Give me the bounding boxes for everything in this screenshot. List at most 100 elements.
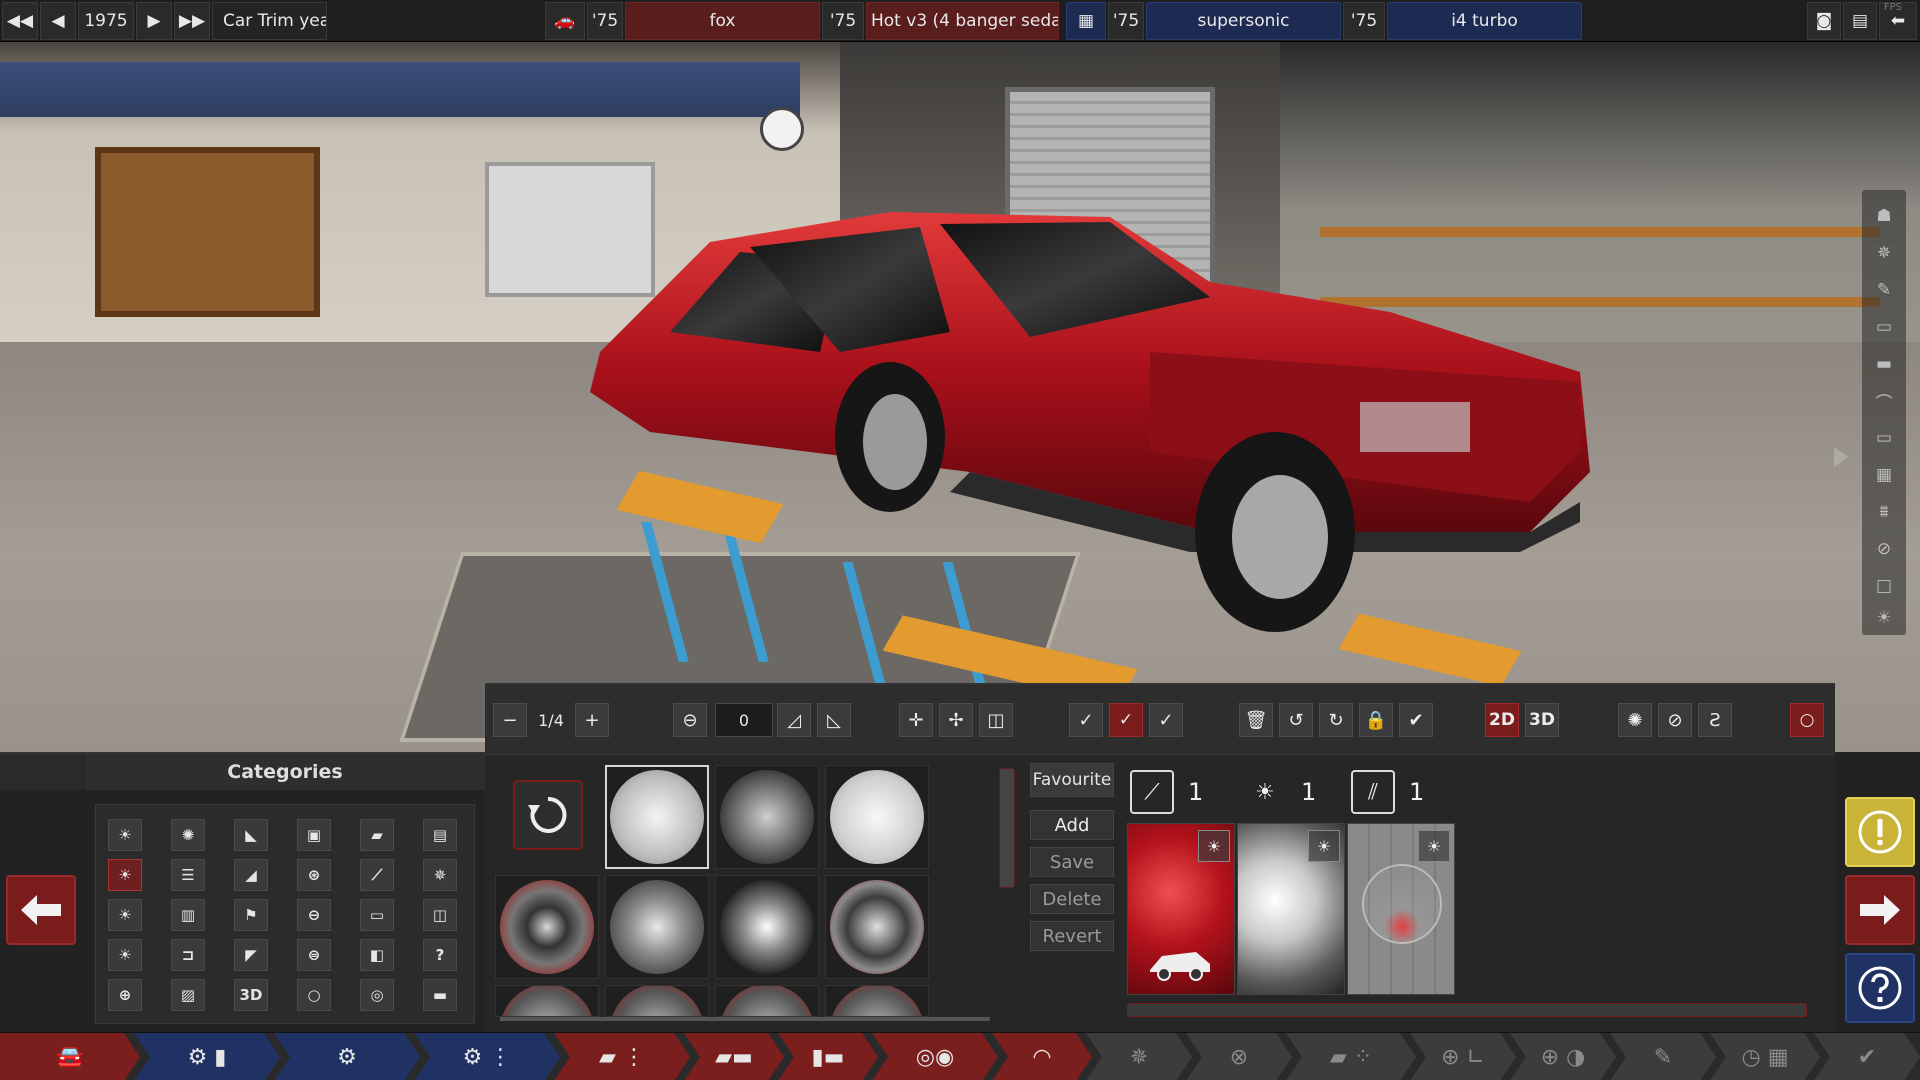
record-icon[interactable]: ○	[1790, 703, 1824, 737]
engine-variant-name[interactable]: i4 turbo	[1387, 2, 1582, 40]
grille-icon[interactable]: ▦	[1870, 461, 1898, 489]
lamp-option-9[interactable]	[605, 985, 709, 1017]
category-exhaust-icon[interactable]: ◧	[360, 939, 394, 971]
nav-engine-variant[interactable]: ⚙	[274, 1033, 420, 1080]
year-next-button[interactable]: ▶	[136, 2, 172, 40]
badge-icon[interactable]: ⊘	[1870, 535, 1898, 563]
category-grille-icon[interactable]: ▥	[171, 899, 205, 931]
category-front-icon[interactable]: ▣	[297, 819, 331, 851]
nav-fixtures[interactable]: ◎◉	[872, 1033, 998, 1080]
category-badge-icon[interactable]: ⊜	[297, 939, 331, 971]
snap-icon[interactable]: ✺	[1618, 703, 1652, 737]
paint-swatch[interactable]: ☀	[1127, 823, 1235, 995]
delete-icon[interactable]: 🗑	[1239, 703, 1273, 737]
skew-icon[interactable]: ◿	[777, 703, 811, 737]
scale-corner-icon[interactable]: ◺	[817, 703, 851, 737]
add-button[interactable]: Add	[1030, 810, 1114, 840]
category-help-icon[interactable]: ?	[423, 939, 457, 971]
nav-engine-family[interactable]: ⚙ ▮	[134, 1033, 280, 1080]
category-foglight-icon[interactable]: ✺	[171, 819, 205, 851]
delete-button[interactable]: Delete	[1030, 884, 1114, 914]
paint-tool-icon[interactable]: ✓	[1109, 703, 1143, 737]
mode-2d-button[interactable]: 2D	[1485, 703, 1519, 737]
category-fuel-cap-icon[interactable]: ⊛	[297, 859, 331, 891]
lamp-option-7[interactable]	[825, 875, 929, 979]
nav-finish[interactable]: ✔	[1814, 1033, 1920, 1080]
category-antenna-icon[interactable]: ◤	[234, 939, 268, 971]
year-last-button[interactable]: ▶▶	[174, 2, 210, 40]
magnet-icon[interactable]: Ƨ	[1698, 703, 1732, 737]
swatch-light-icon[interactable]: ☀	[1198, 830, 1230, 862]
wheel-icon[interactable]: ✵	[1870, 239, 1898, 267]
next-button[interactable]	[1845, 875, 1915, 945]
undo-icon[interactable]: ↺	[1279, 703, 1313, 737]
lamp-option-5[interactable]	[605, 875, 709, 979]
car-side-icon[interactable]: ▭	[1870, 424, 1898, 452]
warning-button[interactable]	[1845, 797, 1915, 867]
collapse-arrow-icon[interactable]	[1834, 447, 1848, 467]
light-icon[interactable]: ☀	[1870, 604, 1898, 632]
engine-name[interactable]: supersonic	[1146, 2, 1341, 40]
lamp-option-8[interactable]	[495, 985, 599, 1017]
camera-icon[interactable]: ◙	[1807, 2, 1841, 40]
select-tool-icon[interactable]: ✓	[1069, 703, 1103, 737]
glass-swatch[interactable]: ☀	[1347, 823, 1455, 995]
spray-icon[interactable]: ✎	[1870, 276, 1898, 304]
category-bumper-icon[interactable]: ⊐	[171, 939, 205, 971]
mode-3d-button[interactable]: 3D	[1525, 703, 1559, 737]
year-first-button[interactable]: ◀◀	[2, 2, 38, 40]
nav-engine-placement[interactable]: ▮▬	[778, 1033, 878, 1080]
nav-engine-tune[interactable]: ⚙ ⋮	[414, 1033, 560, 1080]
category-strip-icon[interactable]: ▬	[423, 979, 457, 1011]
offset-icon[interactable]: ⊖	[673, 703, 707, 737]
lamp-option-11[interactable]	[825, 985, 929, 1017]
move-vertical-icon[interactable]: ✛	[899, 703, 933, 737]
category-plate-icon[interactable]: ▭	[360, 899, 394, 931]
category-reverse-light-icon[interactable]: ☀	[108, 939, 142, 971]
calculator-icon[interactable]: ▤	[1843, 2, 1877, 40]
category-horn-icon[interactable]: ◫	[423, 899, 457, 931]
swatch-light-icon[interactable]: ☀	[1418, 830, 1450, 862]
nav-trim-body[interactable]: ▰ ⋮	[554, 1033, 690, 1080]
category-flag-icon[interactable]: ⚑	[234, 899, 268, 931]
favourite-button[interactable]: Favourite	[1030, 763, 1114, 797]
car-model-icon[interactable]: 🚗	[545, 2, 585, 40]
bumper-icon[interactable]: ▭	[1870, 313, 1898, 341]
redo-icon[interactable]: ↻	[1319, 703, 1353, 737]
nav-aero[interactable]: ▰ ⁘	[1286, 1033, 1416, 1080]
square-icon[interactable]: □	[1870, 572, 1898, 600]
page-next-button[interactable]: +	[575, 703, 609, 737]
nav-brakes[interactable]: ⊗	[1186, 1033, 1292, 1080]
model-name[interactable]: fox	[625, 2, 820, 40]
back-button[interactable]	[6, 875, 76, 945]
lamp-vertical-scrollbar[interactable]	[999, 768, 1015, 888]
category-wheel-icon[interactable]: ✵	[423, 859, 457, 891]
nav-car-model[interactable]: 🚘	[0, 1033, 140, 1080]
nav-safety[interactable]: ⊕ ◑	[1510, 1033, 1616, 1080]
lock-icon[interactable]: 🔒	[1359, 703, 1393, 737]
nav-chassis[interactable]: ▰▬	[684, 1033, 784, 1080]
swatch-light-icon[interactable]: ☀	[1308, 830, 1340, 862]
material-scrollbar[interactable]	[1127, 1003, 1807, 1017]
category-mirror-icon[interactable]: ◣	[234, 819, 268, 851]
revert-button[interactable]: Revert	[1030, 921, 1114, 951]
lamp-option-3[interactable]	[825, 765, 929, 869]
category-3d-button[interactable]: 3D	[234, 979, 268, 1011]
reset-rotation-button[interactable]	[513, 780, 583, 850]
category-headlight-icon[interactable]: ☀	[108, 819, 142, 851]
page-prev-button[interactable]: −	[493, 703, 527, 737]
nav-wheels[interactable]: ✵	[1086, 1033, 1192, 1080]
category-truck-icon[interactable]: ▰	[360, 819, 394, 851]
category-target-icon[interactable]: ◎	[360, 979, 394, 1011]
category-lamp-selected-icon[interactable]: ☀	[108, 859, 142, 891]
spoiler-icon[interactable]: ⌒	[1870, 387, 1898, 415]
lamp-scrollbar[interactable]	[500, 1017, 990, 1021]
category-steering-icon[interactable]: ⊕	[108, 979, 142, 1011]
engine-icon[interactable]: ▦	[1066, 2, 1106, 40]
walk-icon[interactable]: ☗	[1870, 202, 1898, 230]
body-name[interactable]: Hot v3 (4 banger sedan)	[866, 2, 1059, 40]
category-wiper-icon[interactable]: ⟋	[360, 859, 394, 891]
category-list-icon[interactable]: ▤	[423, 819, 457, 851]
panel-icon[interactable]: ▬	[1870, 350, 1898, 378]
help-button[interactable]	[1845, 953, 1915, 1023]
